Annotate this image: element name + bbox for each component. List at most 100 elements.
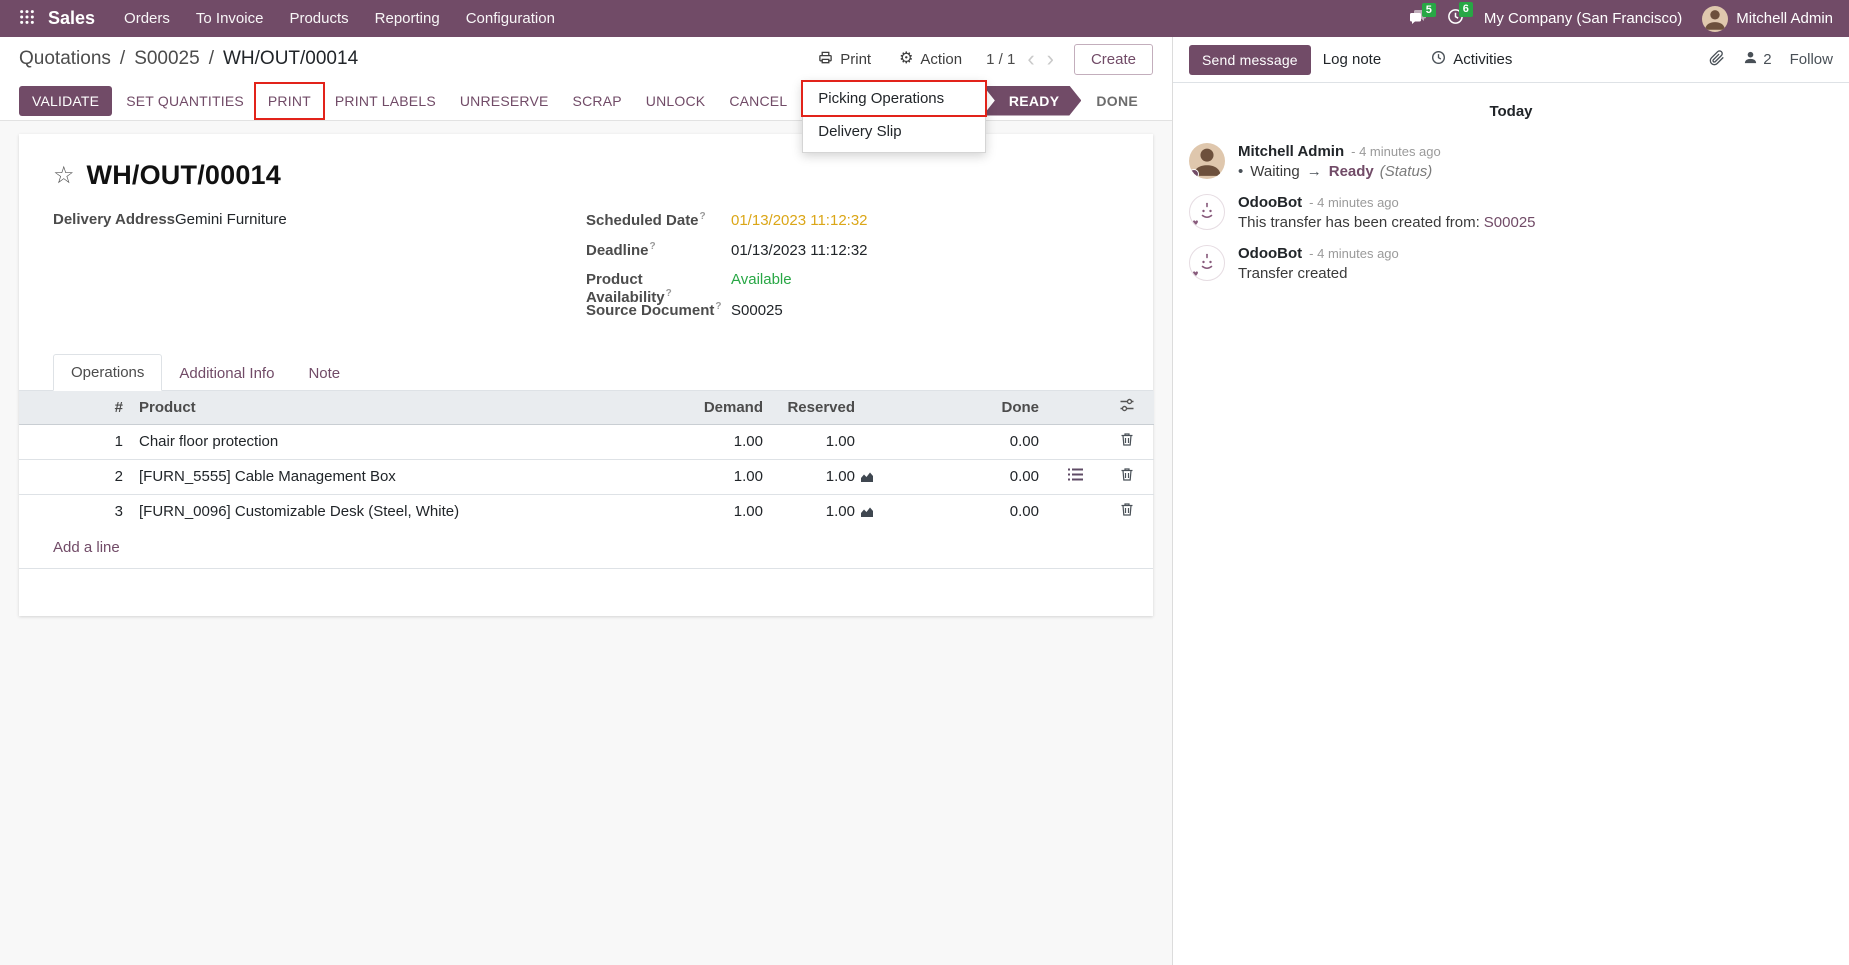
chatter-message: ♥ OdooBot 4 minutes ago Transfer created: [1173, 238, 1849, 289]
operations-table: # Product Demand Reserved Done: [19, 391, 1154, 529]
apps-grid-icon: [19, 9, 35, 29]
pager-previous-button[interactable]: ‹: [1027, 48, 1034, 70]
message-author[interactable]: OdooBot: [1238, 194, 1302, 211]
scheduled-date-value[interactable]: 01/13/2023 11:12:32: [731, 212, 868, 229]
chatter-panel: Send message Log note Activities: [1172, 37, 1849, 965]
reserved-cell[interactable]: 1.00: [826, 503, 855, 520]
demand-cell[interactable]: 1.00: [611, 494, 771, 529]
demand-cell[interactable]: 1.00: [611, 459, 771, 494]
table-row[interactable]: 1 Chair floor protection 1.00 1.00 0.00: [19, 424, 1154, 459]
menu-item-picking-operations[interactable]: Picking Operations: [803, 82, 985, 115]
col-header-demand[interactable]: Demand: [611, 391, 771, 424]
send-message-button[interactable]: Send message: [1189, 45, 1311, 75]
sheet-background: ☆ WH/OUT/00014 Delivery Address Gemini F…: [0, 121, 1172, 965]
scrap-button[interactable]: SCRAP: [563, 86, 632, 116]
user-menu[interactable]: Mitchell Admin: [1702, 6, 1833, 32]
activities-systray-button[interactable]: 6: [1447, 8, 1464, 29]
navbar-systray: 5 6 My Company (San Francisco) Mitchell …: [1409, 6, 1839, 32]
action-menu-button[interactable]: ⚙ Action: [895, 46, 966, 73]
tab-note[interactable]: Note: [291, 356, 357, 391]
print-labels-button[interactable]: PRINT LABELS: [325, 86, 446, 116]
nav-menu-to-invoice[interactable]: To Invoice: [183, 0, 277, 37]
action-menu-label: Action: [920, 51, 962, 68]
create-button[interactable]: Create: [1074, 44, 1153, 75]
forecast-chart-icon[interactable]: [860, 471, 874, 483]
help-icon: ?: [700, 211, 706, 222]
help-icon: ?: [650, 241, 656, 252]
help-icon: ?: [666, 288, 672, 299]
detailed-operations-icon[interactable]: [1068, 468, 1083, 481]
attachments-button[interactable]: [1709, 50, 1725, 70]
deadline-value[interactable]: 01/13/2023 11:12:32: [731, 242, 868, 259]
chatter-message: Mitchell Admin 4 minutes ago •Waiting→Re…: [1173, 136, 1849, 187]
print-report-button[interactable]: PRINT: [258, 86, 321, 116]
unreserve-button[interactable]: UNRESERVE: [450, 86, 559, 116]
status-step-done[interactable]: DONE: [1081, 86, 1153, 116]
message-author[interactable]: OdooBot: [1238, 245, 1302, 262]
message-author[interactable]: Mitchell Admin: [1238, 143, 1344, 160]
product-cell[interactable]: Chair floor protection: [131, 424, 611, 459]
form-header-buttons: VALIDATE SET QUANTITIES PRINT PRINT LABE…: [0, 81, 1172, 121]
breadcrumb-quotations[interactable]: Quotations: [19, 48, 111, 70]
print-menu-button[interactable]: Print: [814, 45, 875, 74]
current-app-name[interactable]: Sales: [48, 8, 95, 29]
tab-additional-info[interactable]: Additional Info: [162, 356, 291, 391]
followers-button[interactable]: 2: [1743, 50, 1771, 69]
status-step-ready[interactable]: READY: [983, 86, 1082, 116]
set-quantities-button[interactable]: SET QUANTITIES: [116, 86, 254, 116]
heart-icon: ♥: [1189, 268, 1202, 281]
activities-badge: 6: [1459, 2, 1473, 17]
nav-menu-orders[interactable]: Orders: [111, 0, 183, 37]
pager-next-button[interactable]: ›: [1047, 48, 1054, 70]
source-record-link[interactable]: S00025: [1484, 214, 1536, 231]
breadcrumb-sale-order[interactable]: S00025: [111, 48, 200, 70]
delete-row-icon[interactable]: [1120, 432, 1134, 447]
col-header-product[interactable]: Product: [131, 391, 611, 424]
col-header-reserved[interactable]: Reserved: [771, 391, 886, 424]
print-dropdown-menu: Picking Operations Delivery Slip: [802, 81, 986, 153]
log-note-button[interactable]: Log note: [1311, 44, 1393, 75]
reserved-cell[interactable]: 1.00: [826, 433, 855, 450]
nav-menu-configuration[interactable]: Configuration: [453, 0, 568, 37]
validate-button[interactable]: VALIDATE: [19, 86, 112, 116]
col-header-done[interactable]: Done: [886, 391, 1051, 424]
messages-button[interactable]: 5: [1409, 9, 1427, 29]
add-a-line-link[interactable]: Add a line: [53, 539, 120, 556]
row-number: 2: [19, 459, 131, 494]
pager: 1 / 1 ‹ ›: [986, 48, 1054, 70]
done-cell[interactable]: 0.00: [886, 459, 1051, 494]
delivery-address-value[interactable]: Gemini Furniture: [175, 211, 287, 228]
odoobot-avatar[interactable]: ♥: [1189, 245, 1225, 281]
table-row[interactable]: 2 [FURN_5555] Cable Management Box 1.00 …: [19, 459, 1154, 494]
message-time: 4 minutes ago: [1309, 195, 1399, 210]
nav-menu-products[interactable]: Products: [276, 0, 361, 37]
menu-item-delivery-slip[interactable]: Delivery Slip: [803, 115, 985, 148]
follow-button[interactable]: Follow: [1790, 51, 1833, 68]
delete-row-icon[interactable]: [1120, 502, 1134, 517]
done-cell[interactable]: 0.00: [886, 494, 1051, 529]
done-cell[interactable]: 0.00: [886, 424, 1051, 459]
company-switcher[interactable]: My Company (San Francisco): [1484, 10, 1682, 27]
optional-columns-icon[interactable]: [1119, 397, 1135, 413]
apps-menu-button[interactable]: [10, 0, 44, 37]
cancel-button[interactable]: CANCEL: [719, 86, 797, 116]
unlock-button[interactable]: UNLOCK: [636, 86, 716, 116]
odoobot-avatar[interactable]: ♥: [1189, 194, 1225, 230]
source-document-value[interactable]: S00025: [731, 302, 783, 319]
demand-cell[interactable]: 1.00: [611, 424, 771, 459]
author-avatar[interactable]: [1189, 143, 1225, 179]
table-row[interactable]: 3 [FURN_0096] Customizable Desk (Steel, …: [19, 494, 1154, 529]
schedule-activity-button[interactable]: Activities: [1419, 43, 1524, 76]
favorite-star-icon[interactable]: ☆: [53, 164, 75, 188]
product-availability-value: Available: [731, 271, 792, 288]
user-avatar: [1702, 6, 1728, 32]
product-cell[interactable]: [FURN_0096] Customizable Desk (Steel, Wh…: [131, 494, 611, 529]
delete-row-icon[interactable]: [1120, 467, 1134, 482]
reserved-cell[interactable]: 1.00: [826, 468, 855, 485]
tab-operations[interactable]: Operations: [53, 354, 162, 391]
forecast-chart-icon[interactable]: [860, 506, 874, 518]
product-cell[interactable]: [FURN_5555] Cable Management Box: [131, 459, 611, 494]
print-menu-label: Print: [840, 51, 871, 68]
nav-menu-reporting[interactable]: Reporting: [362, 0, 453, 37]
source-document-label: Source Document?: [586, 301, 731, 319]
